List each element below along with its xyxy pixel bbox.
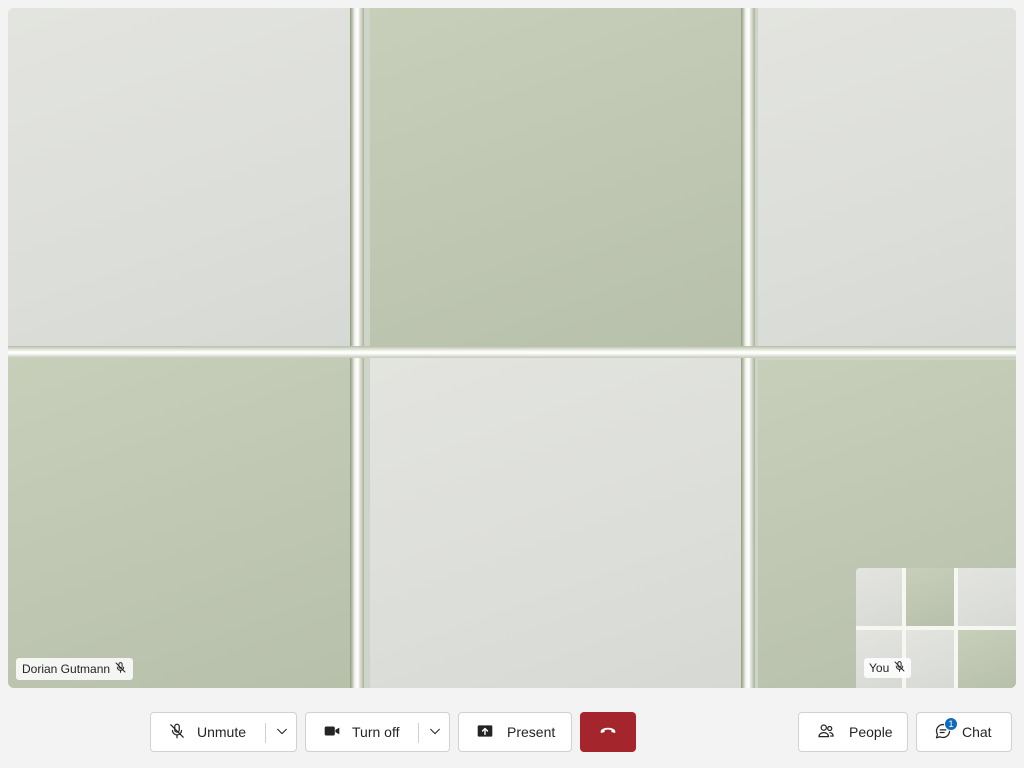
mic-off-icon: [893, 660, 906, 676]
mic-options-button[interactable]: [266, 713, 297, 751]
video-grout-line: [8, 346, 1016, 358]
camera-options-button[interactable]: [419, 713, 450, 751]
people-button[interactable]: People: [798, 712, 908, 752]
self-view-tile: [906, 630, 954, 688]
turn-off-camera-button[interactable]: Turn off: [306, 713, 399, 751]
chevron-down-icon: [428, 724, 442, 741]
chat-label: Chat: [962, 724, 992, 740]
mic-off-icon: [114, 661, 127, 677]
self-view-tile: [906, 568, 954, 626]
present-label: Present: [507, 724, 556, 740]
participant-name: Dorian Gutmann: [22, 662, 111, 676]
present-button-content: Present: [459, 713, 555, 751]
video-tile-region: [8, 358, 353, 688]
share-screen-icon: [476, 722, 494, 743]
self-view-video[interactable]: You: [856, 568, 1016, 688]
leave-call-button[interactable]: [580, 712, 636, 752]
mic-off-icon: [168, 722, 186, 743]
video-tile-region: [370, 8, 742, 346]
self-name-tag: You: [864, 658, 912, 678]
chat-button[interactable]: Chat 1: [916, 712, 1012, 752]
unmute-button[interactable]: Unmute: [151, 713, 246, 751]
participant-name-tag: Dorian Gutmann: [16, 658, 134, 680]
chevron-down-icon: [275, 724, 289, 741]
self-view-tile: [958, 630, 1016, 688]
main-video-feed: Dorian Gutmann You: [8, 8, 1016, 688]
hang-up-icon: [599, 721, 617, 744]
mic-split-button: Unmute: [150, 712, 297, 752]
video-camera-icon: [323, 722, 341, 743]
self-view-tile: [856, 568, 902, 626]
turn-off-label: Turn off: [352, 724, 400, 740]
people-button-content: People: [799, 713, 893, 751]
video-tile-region: [8, 8, 353, 348]
video-tile-region: [370, 354, 742, 688]
people-icon: [817, 722, 835, 743]
video-tile-region: [758, 8, 1016, 350]
self-view-grout: [856, 626, 1016, 630]
camera-split-button: Turn off: [305, 712, 450, 752]
unmute-label: Unmute: [197, 724, 247, 740]
present-button[interactable]: Present: [458, 712, 572, 752]
self-view-tile: [958, 568, 1016, 626]
chat-unread-badge: 1: [944, 717, 958, 731]
people-label: People: [849, 724, 893, 740]
call-toolbar: Unmute Turn off Present People Chat 1: [0, 696, 1024, 768]
self-label: You: [869, 661, 890, 675]
